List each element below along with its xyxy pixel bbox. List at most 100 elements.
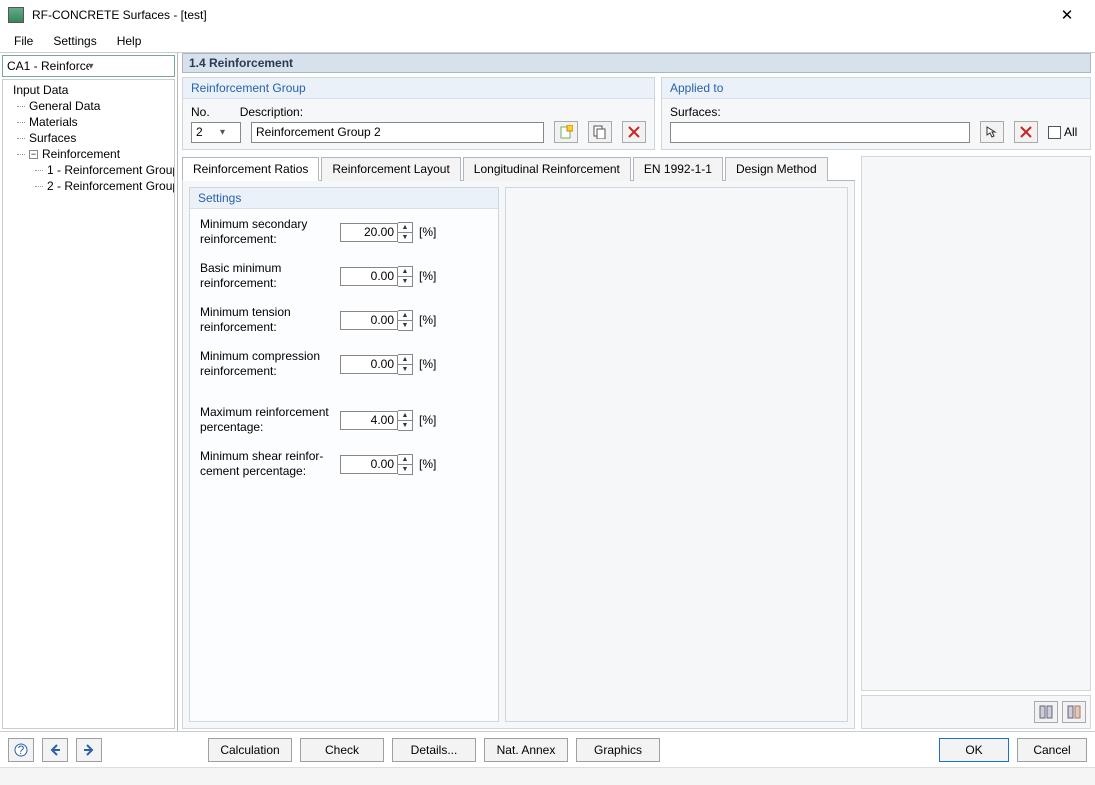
menu-settings[interactable]: Settings [45,32,104,50]
rg-desc-label: Description: [240,105,303,119]
arrow-down-icon[interactable]: ▼ [398,233,412,242]
applied-pick-button[interactable] [980,121,1004,143]
setting-basic-min-input[interactable]: ▲▼ [340,266,413,287]
preview-area [861,156,1091,691]
setting-min-compression-input[interactable]: ▲▼ [340,354,413,375]
tree-general-data[interactable]: General Data [3,98,174,114]
setting-min-secondary-input[interactable]: ▲▼ [340,222,413,243]
spinner-arrows[interactable]: ▲▼ [398,310,413,331]
setting-unit: [%] [419,225,436,239]
applied-all-checkbox[interactable]: All [1048,125,1077,139]
tab-longitudinal-reinforcement[interactable]: Longitudinal Reinforcement [463,157,631,181]
cancel-button[interactable]: Cancel [1017,738,1087,762]
page-title: 1.4 Reinforcement [182,53,1091,73]
setting-label: Minimum secondary reinforcement: [200,217,340,247]
applied-to-panel: Applied to Surfaces: All [661,77,1091,150]
tab-content: Settings Minimum secondary reinforcement… [182,181,855,729]
checkbox-icon [1048,126,1061,139]
check-button[interactable]: Check [300,738,384,762]
pick-icon [985,125,999,139]
view1-icon [1039,705,1053,719]
spinner-arrows[interactable]: ▲▼ [398,454,413,475]
prev-button[interactable] [42,738,68,762]
spinner-arrows[interactable]: ▲▼ [398,354,413,375]
next-button[interactable] [76,738,102,762]
details-button[interactable]: Details... [392,738,476,762]
tree-root[interactable]: Input Data [3,82,174,98]
arrow-down-icon[interactable]: ▼ [398,421,412,430]
rg-no-select[interactable]: 2 ▾ [191,122,241,143]
setting-max-percentage-input[interactable]: ▲▼ [340,410,413,431]
arrow-up-icon[interactable]: ▲ [398,223,412,233]
rg-description-input[interactable]: Reinforcement Group 2 [251,122,544,143]
footer-bar: ? Calculation Check Details... Nat. Anne… [0,731,1095,767]
calculation-button[interactable]: Calculation [208,738,292,762]
preview-view2-button[interactable] [1062,701,1086,723]
setting-label: Basic minimum reinforcement: [200,261,340,291]
menu-file[interactable]: File [6,32,41,50]
close-icon[interactable]: ✕ [1047,6,1087,24]
tree-surfaces[interactable]: Surfaces [3,130,174,146]
arrow-up-icon[interactable]: ▲ [398,267,412,277]
status-bar [0,767,1095,785]
tree-reinf-group-1[interactable]: 1 - Reinforcement Group 1 [3,162,174,178]
rg-new-button[interactable] [554,121,578,143]
arrow-down-icon[interactable]: ▼ [398,277,412,286]
tab-right-area [505,187,848,722]
setting-value[interactable] [340,455,398,474]
arrow-up-icon[interactable]: ▲ [398,455,412,465]
tree-reinforcement[interactable]: −Reinforcement [3,146,174,162]
rg-copy-button[interactable] [588,121,612,143]
applied-delete-button[interactable] [1014,121,1038,143]
setting-value[interactable] [340,267,398,286]
spinner-arrows[interactable]: ▲▼ [398,410,413,431]
help-icon: ? [14,743,28,757]
sidebar: CA1 - Reinforced concrete desi ▾ Input D… [0,53,178,731]
help-button[interactable]: ? [8,738,34,762]
menu-help[interactable]: Help [109,32,150,50]
tab-design-method[interactable]: Design Method [725,157,828,181]
ca-select[interactable]: CA1 - Reinforced concrete desi ▾ [2,55,175,77]
tab-reinforcement-layout[interactable]: Reinforcement Layout [321,157,460,181]
arrow-down-icon[interactable]: ▼ [398,321,412,330]
setting-min-tension-input[interactable]: ▲▼ [340,310,413,331]
spinner-arrows[interactable]: ▲▼ [398,222,413,243]
content-area: 1.4 Reinforcement Reinforcement Group No… [178,53,1095,731]
nat-annex-button[interactable]: Nat. Annex [484,738,568,762]
setting-min-compression: Minimum compression reinforcement: ▲▼ [%… [200,349,488,379]
spinner-arrows[interactable]: ▲▼ [398,266,413,287]
setting-value[interactable] [340,311,398,330]
arrow-down-icon[interactable]: ▼ [398,465,412,474]
setting-min-secondary: Minimum secondary reinforcement: ▲▼ [%] [200,217,488,247]
view2-icon [1067,705,1081,719]
arrow-up-icon[interactable]: ▲ [398,311,412,321]
tree-materials[interactable]: Materials [3,114,174,130]
tab-reinforcement-ratios[interactable]: Reinforcement Ratios [182,157,319,181]
next-icon [82,743,96,757]
arrow-up-icon[interactable]: ▲ [398,355,412,365]
setting-label: Minimum shear reinfor-cement percentage: [200,449,340,479]
setting-value[interactable] [340,223,398,242]
collapse-icon[interactable]: − [29,150,38,159]
applied-surfaces-input[interactable] [670,122,970,143]
tree-reinf-group-2[interactable]: 2 - Reinforcement Group 2 [3,178,174,194]
preview-view1-button[interactable] [1034,701,1058,723]
setting-unit: [%] [419,413,436,427]
setting-value[interactable] [340,355,398,374]
tab-en-1992-1-1[interactable]: EN 1992-1-1 [633,157,723,181]
setting-unit: [%] [419,457,436,471]
setting-min-shear: Minimum shear reinfor-cement percentage:… [200,449,488,479]
prev-icon [48,743,62,757]
ok-button[interactable]: OK [939,738,1009,762]
arrow-down-icon[interactable]: ▼ [398,365,412,374]
graphics-button[interactable]: Graphics [576,738,660,762]
tab-bar: Reinforcement Ratios Reinforcement Layou… [182,156,855,181]
rg-panel-title: Reinforcement Group [183,78,654,99]
arrow-up-icon[interactable]: ▲ [398,411,412,421]
delete-icon [628,126,640,138]
setting-min-shear-input[interactable]: ▲▼ [340,454,413,475]
rg-delete-button[interactable] [622,121,646,143]
setting-unit: [%] [419,313,436,327]
setting-value[interactable] [340,411,398,430]
setting-label: Maximum reinforcement percentage: [200,405,340,435]
